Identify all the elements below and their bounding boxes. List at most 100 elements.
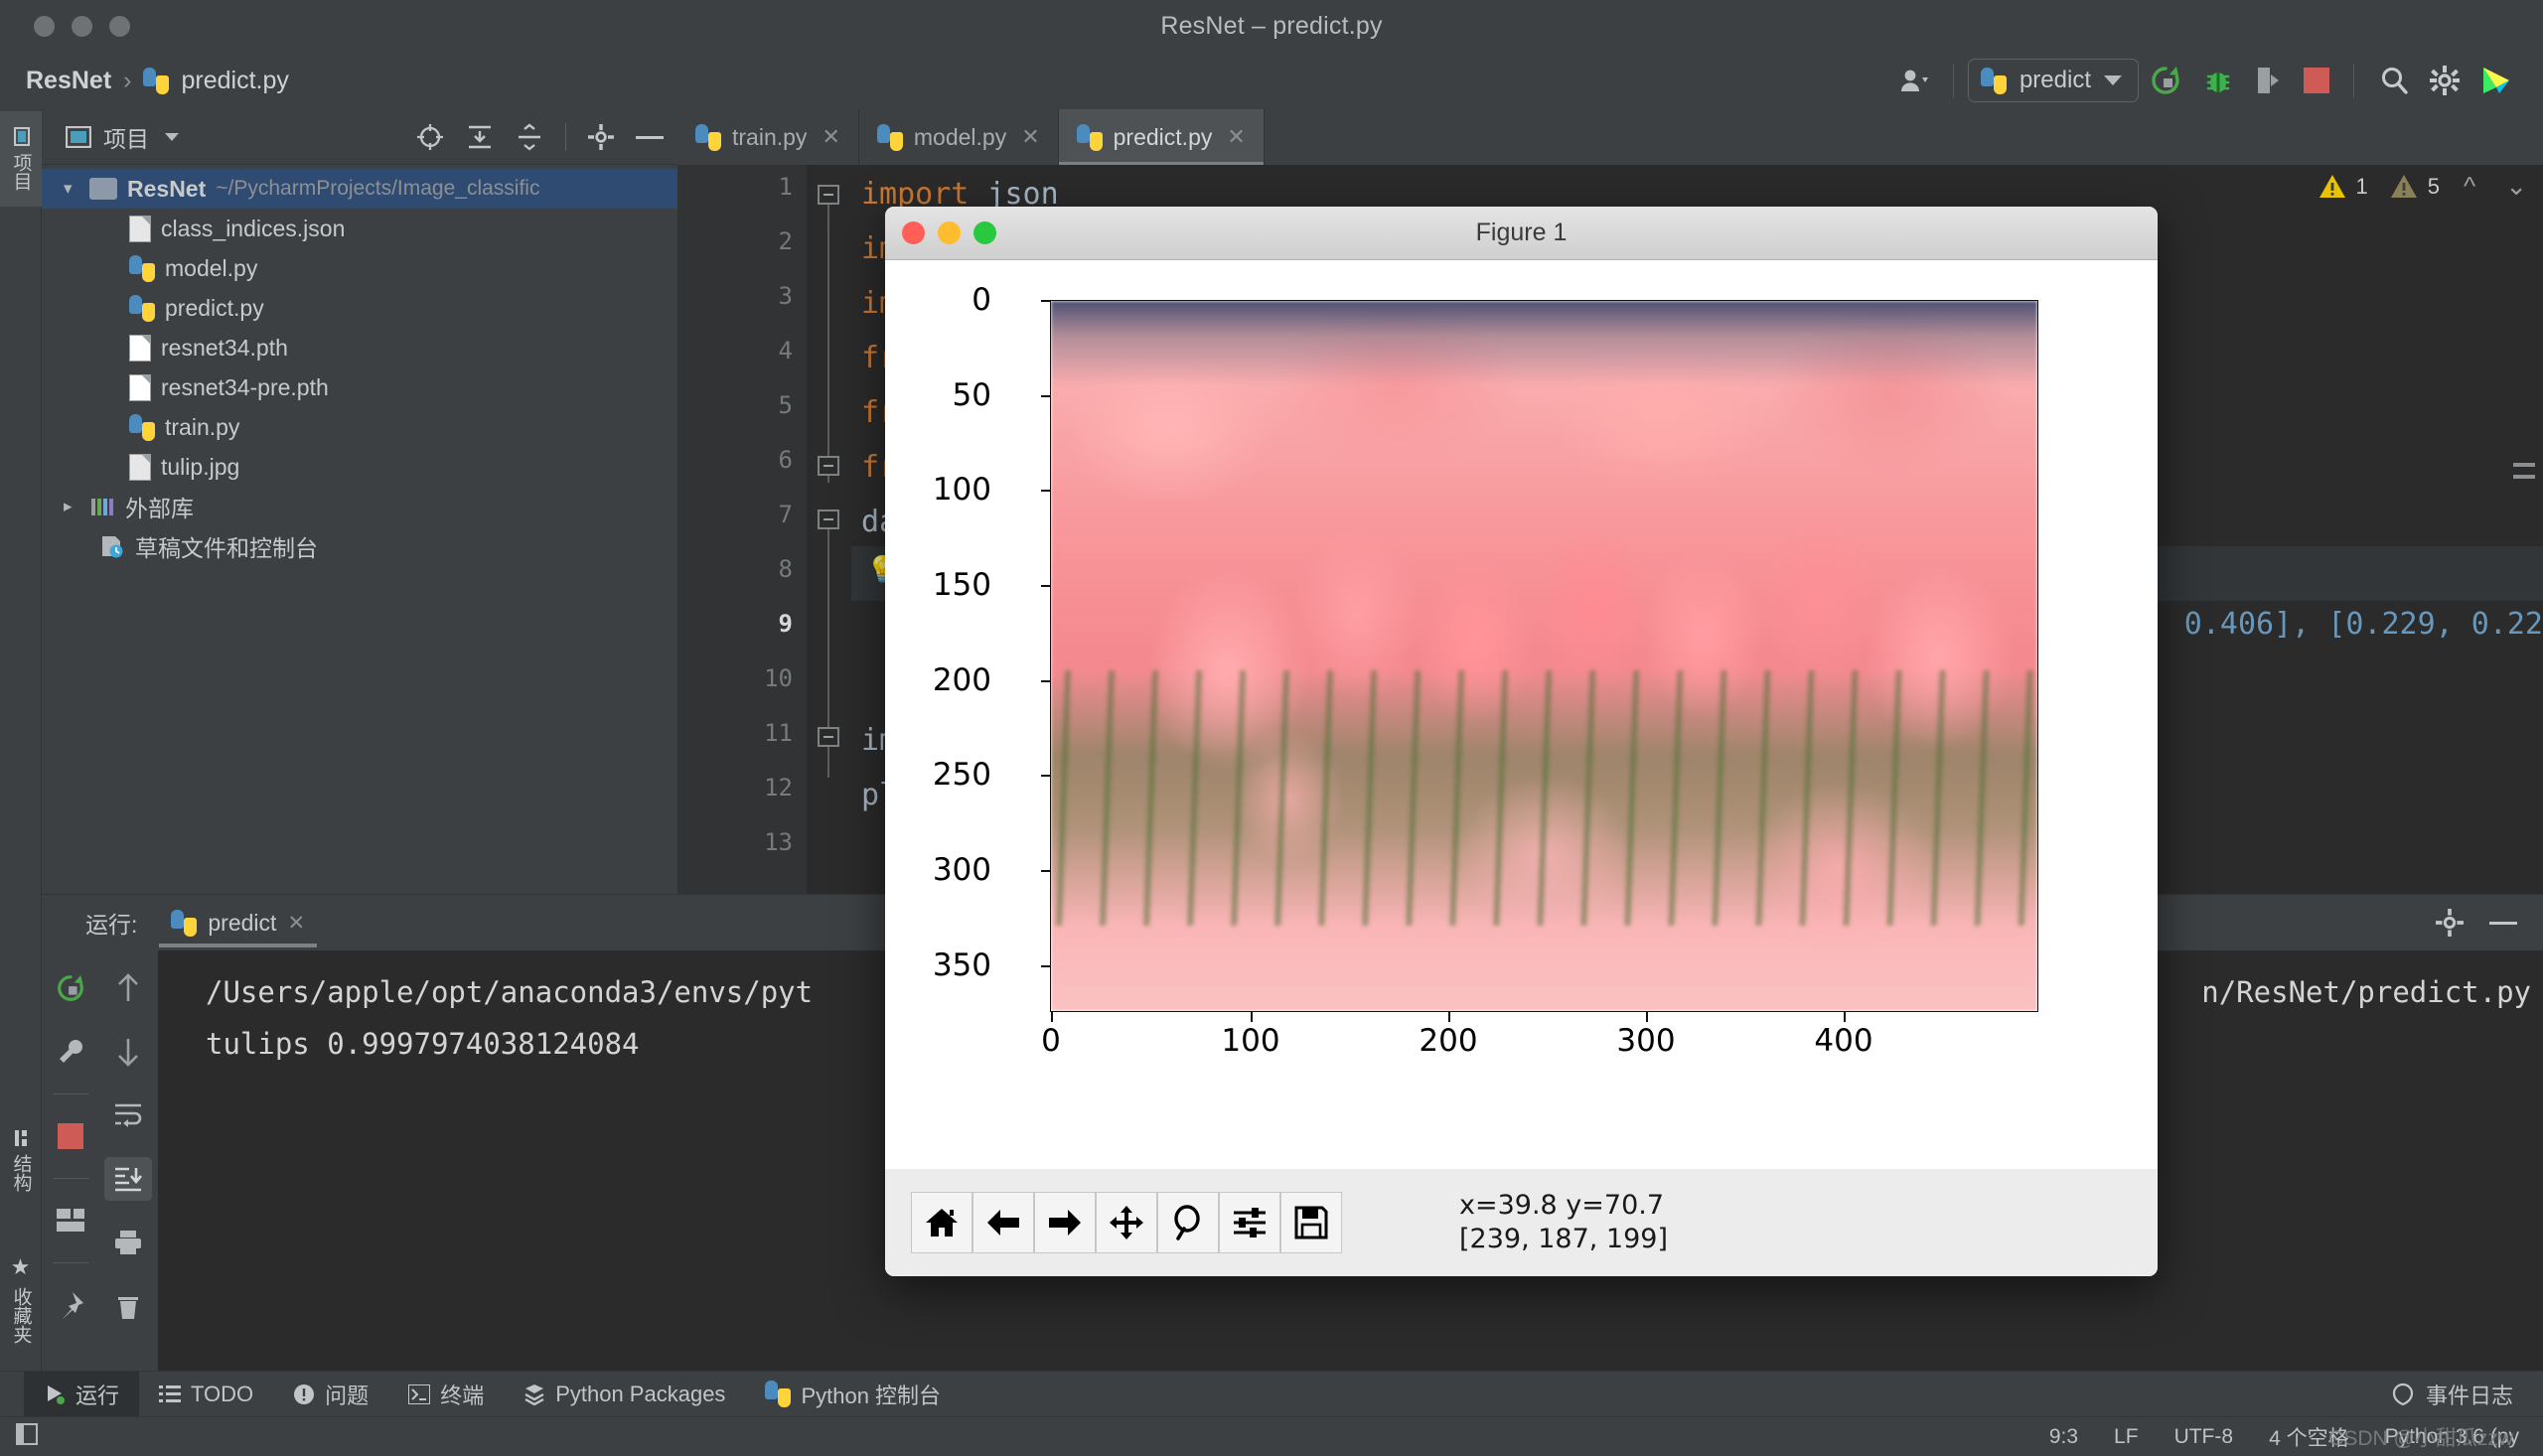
line-number: 6 (778, 446, 793, 474)
status-bar-left[interactable] (0, 1421, 40, 1452)
search-icon[interactable] (2368, 58, 2420, 103)
forward-arrow-icon[interactable] (1034, 1192, 1096, 1253)
bottom-tab-python-packages[interactable]: Python Packages (504, 1372, 745, 1417)
fold-marker[interactable] (818, 185, 839, 205)
pin-icon[interactable] (47, 1283, 94, 1327)
zoom-icon[interactable] (1157, 1192, 1219, 1253)
down-arrow-icon[interactable] (104, 1030, 152, 1074)
stop-icon[interactable] (2294, 58, 2339, 103)
tree-row-external-libraries[interactable]: ▸ 外部库 (42, 487, 677, 526)
run-settings-icon[interactable] (2436, 909, 2464, 937)
coverage-icon[interactable] (2244, 58, 2294, 103)
collapse-all-icon[interactable] (516, 122, 543, 151)
rerun-icon[interactable] (47, 966, 94, 1010)
up-arrow-icon[interactable] (104, 966, 152, 1010)
y-tick-label: 200 (932, 662, 991, 698)
run-tab-predict[interactable]: predict ✕ (159, 895, 317, 950)
run-toolbar-left-2 (98, 950, 158, 1373)
breadcrumb[interactable]: ResNet › predict.py (26, 67, 289, 95)
fold-marker[interactable] (818, 510, 839, 529)
tab-train-py[interactable]: train.py ✕ (677, 109, 859, 165)
breadcrumb-project[interactable]: ResNet (26, 67, 111, 95)
console-line-2: tulips 0.9997974038124084 (206, 1027, 640, 1061)
soft-wrap-icon[interactable] (104, 1093, 152, 1137)
tab-model-py[interactable]: model.py ✕ (859, 109, 1059, 165)
pycharm-window: ResNet – predict.py ResNet › predict.py … (0, 0, 2543, 1456)
file-encoding[interactable]: UTF-8 (2174, 1425, 2234, 1449)
debug-icon[interactable] (2192, 58, 2244, 103)
configure-subplots-icon[interactable] (1219, 1192, 1280, 1253)
sidebar-tab-structure[interactable]: 结构 (0, 1112, 42, 1208)
tab-label: predict.py (1113, 123, 1213, 150)
tree-scratches-label: 草稿文件和控制台 (135, 535, 318, 561)
event-log-button[interactable]: 事件日志 (2391, 1379, 2543, 1410)
line-number: 13 (764, 828, 793, 856)
back-arrow-icon[interactable] (972, 1192, 1034, 1253)
bottom-tab-todo[interactable]: TODO (139, 1372, 273, 1417)
close-icon[interactable]: ✕ (287, 911, 305, 936)
sidebar-tab-project[interactable]: 项目 (0, 111, 42, 207)
python-file-icon (129, 254, 155, 282)
tab-predict-py[interactable]: predict.py ✕ (1058, 109, 1265, 165)
y-tick-label: 250 (932, 757, 991, 793)
save-icon[interactable] (1280, 1192, 1342, 1253)
tree-row-class-indices[interactable]: class_indices.json (42, 209, 677, 248)
locate-file-icon[interactable] (416, 123, 444, 151)
project-panel-chevron-icon[interactable] (165, 132, 179, 141)
fold-gutter[interactable] (807, 165, 851, 894)
x-tick-label: 0 (1041, 1023, 1061, 1059)
hide-panel-icon[interactable] (636, 134, 664, 140)
user-icon[interactable] (1889, 58, 1939, 103)
window-title: ResNet – predict.py (1160, 11, 1383, 40)
breadcrumb-file[interactable]: predict.py (181, 67, 288, 95)
wrench-icon[interactable] (47, 1030, 94, 1074)
tree-row-scratches[interactable]: 草稿文件和控制台 (42, 526, 677, 566)
print-icon[interactable] (104, 1221, 152, 1264)
scroll-to-end-icon[interactable] (104, 1157, 152, 1201)
rerun-icon[interactable] (2139, 58, 2192, 103)
tree-row-predict-py[interactable]: predict.py (42, 288, 677, 328)
project-settings-icon[interactable] (588, 123, 614, 150)
show-tool-windows-icon[interactable] (14, 1421, 40, 1447)
chevron-down-icon[interactable]: ▾ (64, 179, 79, 199)
tree-item-label: tulip.jpg (161, 453, 240, 480)
expand-all-icon[interactable] (466, 123, 494, 151)
close-icon[interactable]: ✕ (1021, 124, 1039, 150)
line-separator[interactable]: LF (2114, 1425, 2139, 1449)
bottom-tab-problems[interactable]: 问题 (273, 1372, 388, 1417)
tree-row-resnet34-pth[interactable]: resnet34.pth (42, 328, 677, 367)
run-configuration-selector[interactable]: predict (1967, 59, 2139, 102)
close-icon[interactable]: ✕ (1227, 124, 1245, 150)
caret-position[interactable]: 9:3 (2049, 1425, 2078, 1449)
fold-marker[interactable] (818, 456, 839, 476)
home-icon[interactable] (911, 1192, 972, 1253)
ide-logo-icon[interactable] (2469, 58, 2523, 103)
figure-canvas[interactable]: 0 50 100 150 200 250 300 350 0 100 200 3… (885, 260, 2158, 1169)
tree-row-tulip-jpg[interactable]: tulip.jpg (42, 447, 677, 487)
tree-row-model-py[interactable]: model.py (42, 248, 677, 288)
tree-row-root[interactable]: ▾ ResNet ~/PycharmProjects/Image_classif… (42, 169, 677, 209)
generic-file-icon (129, 373, 151, 401)
editor-tab-bar: train.py ✕ model.py ✕ predict.py ✕ (677, 109, 2543, 165)
tree-item-label: resnet34.pth (161, 334, 288, 361)
image-file-icon (129, 453, 151, 481)
pan-icon[interactable] (1096, 1192, 1157, 1253)
bottom-tab-run[interactable]: 运行 (24, 1371, 140, 1417)
code-right-fragment: 0.406], [0.229, 0.22 (2183, 607, 2543, 642)
scrollbar-marker[interactable] (2513, 475, 2535, 479)
tree-row-train-py[interactable]: train.py (42, 407, 677, 447)
fold-marker[interactable] (818, 727, 839, 747)
tree-row-resnet34-pre-pth[interactable]: resnet34-pre.pth (42, 367, 677, 407)
trash-icon[interactable] (104, 1284, 152, 1328)
stop-icon[interactable] (47, 1114, 94, 1158)
hide-run-panel-icon[interactable] (2489, 920, 2517, 926)
bottom-tab-python-console[interactable]: Python 控制台 (745, 1372, 961, 1417)
sidebar-tab-favorites[interactable]: ★ 收藏夹 (0, 1239, 42, 1359)
bottom-tab-terminal[interactable]: 终端 (388, 1372, 504, 1417)
chevron-right-icon[interactable]: ▸ (64, 497, 79, 516)
layout-icon[interactable] (47, 1199, 94, 1242)
settings-icon[interactable] (2420, 58, 2469, 103)
close-icon[interactable]: ✕ (822, 124, 839, 150)
matplotlib-figure-window[interactable]: Figure 1 0 50 100 150 200 250 300 350 0 … (885, 207, 2158, 1276)
scrollbar-marker[interactable] (2513, 463, 2535, 467)
